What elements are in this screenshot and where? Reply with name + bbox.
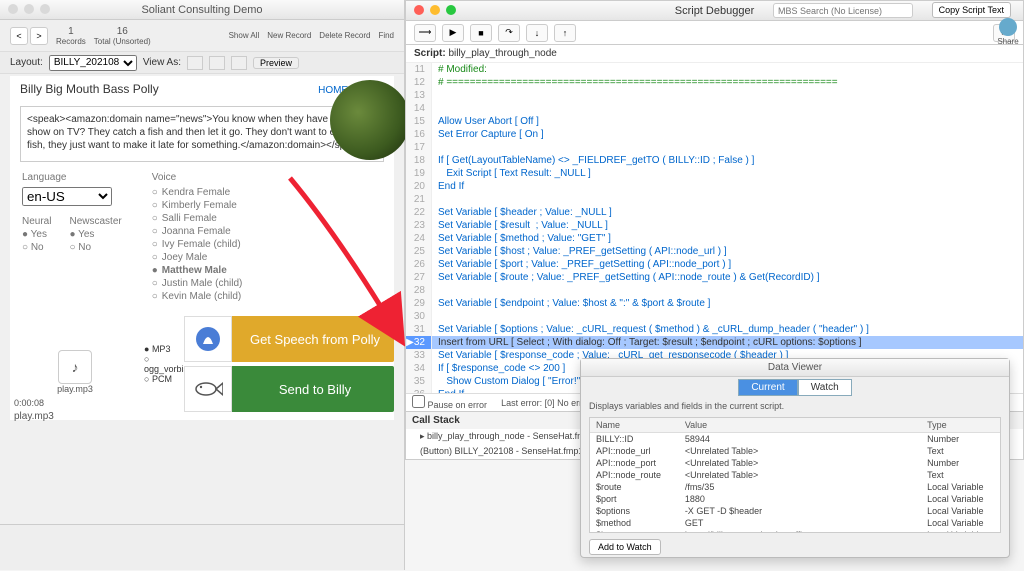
fm-footer (0, 524, 404, 570)
layout-bar: Layout: BILLY_202108 View As: Preview (0, 52, 404, 74)
fish-icon (184, 366, 232, 412)
traffic-lights[interactable] (8, 4, 50, 14)
dv-row[interactable]: API::node_url<Unrelated Table>Text (590, 445, 1000, 457)
page-title: Billy Big Mouth Bass Polly (20, 82, 159, 96)
records-label: Records (56, 37, 86, 46)
newscaster-label: Newscaster (69, 216, 121, 227)
amazon-polly-icon (184, 316, 232, 362)
right-ribbon: Share (968, 18, 1024, 58)
viewas-label: View As: (143, 57, 181, 68)
next-record-button[interactable]: > (30, 27, 48, 45)
play-filename: play.mp3 (57, 384, 93, 394)
neural-yes[interactable]: ● Yes (22, 229, 51, 240)
dv-col[interactable]: Name (590, 418, 679, 433)
stepin-button[interactable]: ↓ (526, 24, 548, 42)
voice-option[interactable]: ○ Joey Male (152, 252, 243, 263)
dv-row[interactable]: BILLY::ID58944Number (590, 433, 1000, 446)
voice-option[interactable]: ○ Justin Male (child) (152, 278, 243, 289)
dv-row[interactable]: $options-X GET -D $headerLocal Variable (590, 505, 1000, 517)
filemaker-window: Soliant Consulting Demo < > 1 Records 16… (0, 0, 405, 570)
voice-option[interactable]: ○ Ivy Female (child) (152, 239, 243, 250)
dv-row[interactable]: $methodGETLocal Variable (590, 517, 1000, 529)
total-label: Total (Unsorted) (94, 37, 151, 46)
script-code[interactable]: 11# Modified:12# =======================… (406, 63, 1023, 393)
newscaster-yes[interactable]: ● Yes (69, 229, 121, 240)
dv-row[interactable]: API::node_port<Unrelated Table>Number (590, 457, 1000, 469)
fm-titlebar: Soliant Consulting Demo (0, 0, 404, 20)
step-button[interactable]: ⟶ (414, 24, 436, 42)
last-error: Last error: [0] No error (501, 398, 590, 408)
dv-col[interactable]: Type (921, 418, 1000, 433)
newscaster-no[interactable]: ○ No (69, 242, 121, 253)
play-column: ♪ play.mp3 0:00:08 (10, 316, 140, 412)
billy-label: Send to Billy (236, 382, 394, 397)
layout-select[interactable]: BILLY_202108 (49, 55, 137, 71)
voice-option[interactable]: ○ Salli Female (152, 213, 243, 224)
add-to-watch-button[interactable]: Add to Watch (589, 539, 661, 555)
deleterecord-button[interactable]: Delete Record (319, 31, 370, 40)
sd-toolbar: ⟶ ▶ ■ ↷ ↓ ↑ ⚙ (406, 21, 1023, 45)
showall-button[interactable]: Show All (229, 31, 260, 40)
sd-traffic-lights[interactable] (414, 5, 456, 15)
run-button[interactable]: ▶ (442, 24, 464, 42)
layout-label: Layout: (10, 57, 43, 68)
dv-title: Data Viewer (581, 359, 1009, 377)
record-nav[interactable]: < > (10, 27, 48, 45)
find-button[interactable]: Find (378, 31, 394, 40)
copy-script-button[interactable]: Copy Script Text (932, 2, 1011, 18)
sd-titlebar: Script Debugger Copy Script Text (406, 1, 1023, 21)
mp3-icon[interactable]: ♪ (58, 350, 92, 384)
format-column[interactable]: ● MP3 ○ ogg_vorbis ○ PCM (144, 316, 180, 412)
dv-row[interactable]: $route/fms/35Local Variable (590, 481, 1000, 493)
play-time: 0:00:08 (14, 398, 44, 408)
share-icon[interactable]: Share (996, 18, 1020, 58)
play-name-footer: play.mp3 (14, 411, 54, 422)
viewas-form[interactable] (187, 56, 203, 70)
total-count: 16 (117, 26, 128, 37)
record-num: 1 (68, 26, 74, 37)
viewas-table[interactable] (231, 56, 247, 70)
voice-option[interactable]: ○ Joanna Female (152, 226, 243, 237)
dv-tabs: Current Watch (581, 377, 1009, 397)
pause-on-error[interactable]: Pause on error (412, 395, 487, 410)
fm-title: Soliant Consulting Demo (141, 4, 262, 16)
bottom-buttons: ♪ play.mp3 0:00:08 ● MP3 ○ ogg_vorbis ○ … (10, 316, 394, 412)
tab-watch[interactable]: Watch (798, 379, 852, 396)
voice-option[interactable]: ○ Kimberly Female (152, 200, 243, 211)
voice-option[interactable]: ● Matthew Male (152, 265, 243, 276)
dv-row[interactable]: API::node_route<Unrelated Table>Text (590, 469, 1000, 481)
dv-row[interactable]: $port1880Local Variable (590, 493, 1000, 505)
viewas-list[interactable] (209, 56, 225, 70)
language-label: Language (22, 172, 67, 183)
send-to-billy-button[interactable]: Send to Billy (184, 366, 394, 412)
voice-option[interactable]: ○ Kevin Male (child) (152, 291, 243, 302)
sd-title: Script Debugger (675, 5, 755, 17)
bass-image (330, 80, 410, 160)
voice-label: Voice (152, 172, 176, 183)
stop-button[interactable]: ■ (470, 24, 492, 42)
voice-list[interactable]: ○ Kendra Female ○ Kimberly Female ○ Salli … (152, 187, 243, 302)
tab-current[interactable]: Current (738, 379, 797, 396)
newrecord-button[interactable]: New Record (267, 31, 311, 40)
stepout-button[interactable]: ↑ (554, 24, 576, 42)
data-viewer-window: Data Viewer Current Watch Displays varia… (580, 358, 1010, 558)
dv-table[interactable]: NameValueTypeBILLY::ID58944NumberAPI::no… (589, 417, 1001, 533)
dv-row[interactable]: $hosthttps://billy.connectingdataoffice.… (590, 529, 1000, 533)
get-speech-button[interactable]: Get Speech from Polly (184, 316, 394, 362)
neural-no[interactable]: ○ No (22, 242, 51, 253)
sd-search-input[interactable] (773, 3, 913, 18)
stepover-button[interactable]: ↷ (498, 24, 520, 42)
neural-label: Neural (22, 216, 51, 227)
dv-subtitle: Displays variables and fields in the cur… (581, 397, 1009, 415)
polly-label: Get Speech from Polly (236, 332, 394, 347)
dv-col[interactable]: Value (679, 418, 921, 433)
voice-option[interactable]: ○ Kendra Female (152, 187, 243, 198)
language-select[interactable]: en-US (22, 187, 112, 206)
preview-button[interactable]: Preview (253, 57, 299, 69)
script-name-bar: Script: billy_play_through_node (406, 45, 1023, 63)
fm-toolbar: < > 1 Records 16 Total (Unsorted) Show A… (0, 20, 404, 52)
prev-record-button[interactable]: < (10, 27, 28, 45)
